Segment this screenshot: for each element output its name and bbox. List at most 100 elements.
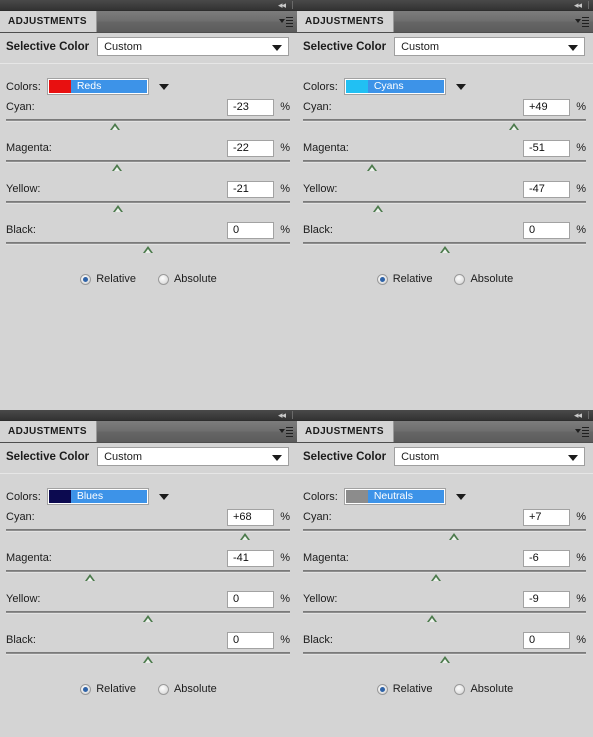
chevron-down-icon[interactable] bbox=[158, 83, 169, 90]
slider-value-input[interactable]: -22 bbox=[227, 139, 274, 157]
radio-button-icon[interactable] bbox=[157, 273, 169, 285]
slider-track-area[interactable] bbox=[6, 160, 290, 177]
radio-relative[interactable]: Relative bbox=[80, 273, 136, 285]
radio-absolute[interactable]: Absolute bbox=[454, 683, 513, 695]
slider-value-input[interactable]: -47 bbox=[523, 180, 570, 198]
radio-button-icon[interactable] bbox=[376, 683, 388, 695]
radio-button-icon[interactable] bbox=[80, 683, 92, 695]
slider-value-input[interactable]: 0 bbox=[227, 221, 274, 239]
chevron-down-icon[interactable] bbox=[158, 493, 169, 500]
chevron-down-icon[interactable] bbox=[455, 493, 466, 500]
slider-track-area[interactable] bbox=[6, 652, 290, 669]
slider-thumb[interactable] bbox=[113, 205, 124, 212]
slider-thumb[interactable] bbox=[367, 164, 378, 171]
panel-menu-icon[interactable] bbox=[575, 426, 589, 438]
slider-value-input[interactable]: -23 bbox=[227, 98, 274, 116]
slider-thumb[interactable] bbox=[111, 164, 122, 171]
tab-adjustments[interactable]: ADJUSTMENTS bbox=[0, 421, 97, 442]
slider-thumb[interactable] bbox=[426, 615, 437, 622]
colors-select[interactable]: Cyans bbox=[343, 78, 446, 95]
slider-thumb[interactable] bbox=[439, 246, 450, 253]
slider-value-input[interactable]: 0 bbox=[227, 631, 274, 649]
slider-track[interactable] bbox=[303, 611, 586, 614]
slider-track[interactable] bbox=[6, 570, 290, 573]
slider-track-area[interactable] bbox=[6, 529, 290, 546]
slider-track-area[interactable] bbox=[6, 242, 290, 259]
radio-button-icon[interactable] bbox=[454, 273, 466, 285]
slider-track[interactable] bbox=[303, 529, 586, 532]
slider-value-input[interactable]: +68 bbox=[227, 508, 274, 526]
preset-select[interactable]: Custom bbox=[394, 37, 585, 56]
colors-select[interactable]: Blues bbox=[46, 488, 149, 505]
slider-thumb[interactable] bbox=[431, 574, 441, 581]
radio-absolute[interactable]: Absolute bbox=[157, 273, 217, 285]
tab-adjustments[interactable]: ADJUSTMENTS bbox=[0, 11, 97, 32]
slider-track[interactable] bbox=[303, 242, 586, 245]
slider-track-area[interactable] bbox=[6, 570, 290, 587]
slider-thumb[interactable] bbox=[439, 656, 450, 663]
slider-value-input[interactable]: -6 bbox=[523, 549, 570, 567]
slider-track[interactable] bbox=[303, 201, 586, 204]
slider-track[interactable] bbox=[6, 242, 290, 245]
slider-track-area[interactable] bbox=[303, 242, 586, 259]
slider-value-input[interactable]: -9 bbox=[523, 590, 570, 608]
slider-value-input[interactable]: +7 bbox=[523, 508, 570, 526]
slider-thumb[interactable] bbox=[143, 246, 153, 253]
slider-track-area[interactable] bbox=[6, 119, 290, 136]
slider-track-area[interactable] bbox=[303, 611, 586, 628]
slider-thumb[interactable] bbox=[239, 533, 250, 540]
slider-thumb[interactable] bbox=[143, 656, 153, 663]
slider-track-area[interactable] bbox=[303, 160, 586, 177]
slider-track[interactable] bbox=[6, 201, 290, 204]
tab-adjustments[interactable]: ADJUSTMENTS bbox=[297, 421, 394, 442]
radio-relative[interactable]: Relative bbox=[80, 683, 136, 695]
radio-button-icon[interactable] bbox=[376, 273, 388, 285]
slider-track-area[interactable] bbox=[6, 201, 290, 218]
chevron-down-icon[interactable] bbox=[455, 83, 466, 90]
panel-menu-icon[interactable] bbox=[279, 16, 293, 28]
slider-track-area[interactable] bbox=[303, 119, 586, 136]
slider-track[interactable] bbox=[303, 160, 586, 163]
slider-thumb[interactable] bbox=[372, 205, 383, 212]
slider-thumb[interactable] bbox=[508, 123, 519, 130]
radio-absolute[interactable]: Absolute bbox=[454, 273, 513, 285]
radio-relative[interactable]: Relative bbox=[376, 683, 432, 695]
radio-button-icon[interactable] bbox=[454, 683, 466, 695]
panel-menu-icon[interactable] bbox=[279, 426, 293, 438]
slider-track-area[interactable] bbox=[303, 201, 586, 218]
slider-value-input[interactable]: -51 bbox=[523, 139, 570, 157]
tab-adjustments[interactable]: ADJUSTMENTS bbox=[297, 11, 394, 32]
collapse-panel-icon[interactable]: ◂◂ bbox=[574, 0, 582, 11]
slider-value-input[interactable]: -41 bbox=[227, 549, 274, 567]
slider-track[interactable] bbox=[303, 119, 586, 122]
radio-button-icon[interactable] bbox=[157, 683, 169, 695]
panel-menu-icon[interactable] bbox=[575, 16, 589, 28]
slider-track[interactable] bbox=[303, 570, 586, 573]
preset-select[interactable]: Custom bbox=[97, 447, 289, 466]
slider-value-input[interactable]: +49 bbox=[523, 98, 570, 116]
slider-track-area[interactable] bbox=[303, 570, 586, 587]
collapse-panel-icon[interactable]: ◂◂ bbox=[278, 0, 286, 11]
preset-select[interactable]: Custom bbox=[394, 447, 585, 466]
collapse-panel-icon[interactable]: ◂◂ bbox=[574, 410, 582, 421]
slider-value-input[interactable]: 0 bbox=[523, 221, 570, 239]
slider-track[interactable] bbox=[303, 652, 586, 655]
slider-track[interactable] bbox=[6, 611, 290, 614]
preset-select[interactable]: Custom bbox=[97, 37, 289, 56]
collapse-panel-icon[interactable]: ◂◂ bbox=[278, 410, 286, 421]
radio-absolute[interactable]: Absolute bbox=[157, 683, 217, 695]
slider-track-area[interactable] bbox=[303, 652, 586, 669]
slider-value-input[interactable]: 0 bbox=[227, 590, 274, 608]
slider-track[interactable] bbox=[6, 160, 290, 163]
slider-track-area[interactable] bbox=[303, 529, 586, 546]
slider-track[interactable] bbox=[6, 652, 290, 655]
slider-track[interactable] bbox=[6, 119, 290, 122]
slider-value-input[interactable]: -21 bbox=[227, 180, 274, 198]
slider-thumb[interactable] bbox=[449, 533, 460, 540]
colors-select[interactable]: Neutrals bbox=[343, 488, 446, 505]
slider-value-input[interactable]: 0 bbox=[523, 631, 570, 649]
slider-thumb[interactable] bbox=[110, 123, 121, 130]
colors-select[interactable]: Reds bbox=[46, 78, 149, 95]
radio-relative[interactable]: Relative bbox=[376, 273, 432, 285]
radio-button-icon[interactable] bbox=[80, 273, 92, 285]
